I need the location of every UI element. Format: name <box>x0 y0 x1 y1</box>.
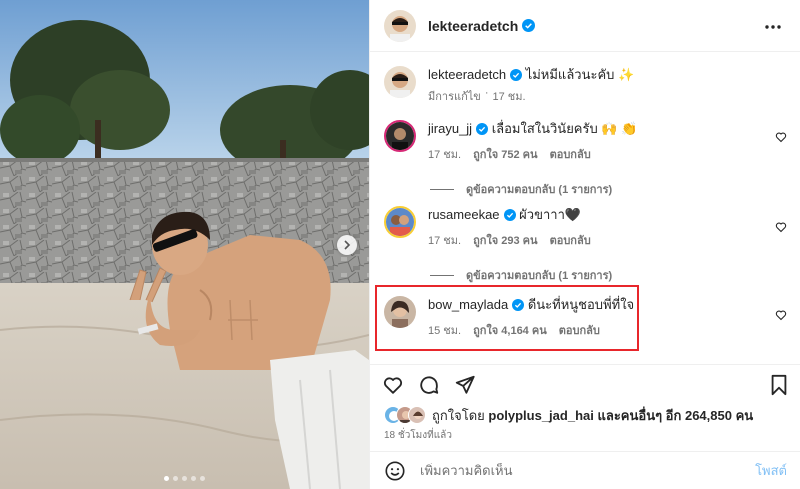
caption-time: 17 ชม. <box>492 91 526 103</box>
post-caption: lekteeradetch ไม่หมีแล้วนะคับ ✨ มีการแก้… <box>384 66 787 105</box>
like-comment-button[interactable] <box>775 308 787 326</box>
smiley-icon <box>385 460 405 481</box>
heart-outline-icon <box>775 310 787 321</box>
post-photo[interactable] <box>0 0 369 489</box>
commenter-avatar[interactable] <box>384 206 416 238</box>
post-header: lekteeradetch <box>370 0 800 52</box>
verified-badge-icon <box>510 69 523 81</box>
comment-composer: โพสต์ <box>370 451 800 489</box>
chevron-right-icon <box>344 240 351 250</box>
comment-username[interactable]: jirayu_jj <box>428 121 472 136</box>
comment-likes-link[interactable]: ถูกใจ 293 คน <box>473 231 537 249</box>
carousel-indicators <box>0 476 369 481</box>
carousel-dot <box>173 476 178 481</box>
carousel-next-button[interactable] <box>337 235 357 255</box>
comment-username[interactable]: rusameekae <box>428 207 500 222</box>
caption-text: ไม่หมีแล้วนะคับ ✨ <box>525 67 635 82</box>
reply-divider-line <box>430 188 454 190</box>
liked-by-username[interactable]: polyplus_jad_hai <box>488 408 593 423</box>
carousel-dot <box>182 476 187 481</box>
save-button[interactable] <box>769 374 789 396</box>
add-comment-input[interactable] <box>420 463 756 478</box>
share-button[interactable] <box>454 374 476 396</box>
beach-photo <box>0 0 369 489</box>
posted-time: 18 ชั่วโมงที่แล้ว <box>384 430 452 441</box>
post-side-panel: lekteeradetch lekteeradetch ไม่หมีแล้วนะ… <box>369 0 800 489</box>
bookmark-icon <box>771 374 787 396</box>
comment-button[interactable] <box>418 374 440 396</box>
heart-icon <box>383 377 403 394</box>
post-comment-button[interactable]: โพสต์ <box>755 460 787 481</box>
paper-plane-icon <box>455 375 475 394</box>
heart-outline-icon <box>775 222 787 233</box>
carousel-dot <box>200 476 205 481</box>
comment-item: bow_maylada ดีนะที่หนูชอบพี่ที่ใจ 15 ชม.… <box>384 296 787 339</box>
comment-username[interactable]: bow_maylada <box>428 297 508 312</box>
emoji-button[interactable] <box>384 460 406 482</box>
more-options-button[interactable] <box>760 13 786 39</box>
commenter-avatar[interactable] <box>384 296 416 328</box>
carousel-dot <box>191 476 196 481</box>
comment-likes-link[interactable]: ถูกใจ 752 คน <box>473 145 537 163</box>
comments-list: lekteeradetch ไม่หมีแล้วนะคับ ✨ มีการแก้… <box>370 52 800 364</box>
comment-item: rusameekae ผัวขาาา🖤 17 ชม. ถูกใจ 293 คน … <box>384 206 787 249</box>
comment-time: 17 ชม. <box>428 149 462 161</box>
author-avatar[interactable] <box>384 66 416 98</box>
reply-button[interactable]: ตอบกลับ <box>559 321 600 339</box>
likes-summary: ถูกใจโดย polyplus_jad_hai และคนอื่นๆ อีก… <box>370 405 800 425</box>
comment-item: jirayu_jj เลื่อมใสในวินัยครับ 🙌 👏 17 ชม.… <box>384 120 787 163</box>
likes-count-link[interactable]: และคนอื่นๆ อีก 264,850 คน <box>597 405 753 426</box>
view-replies-label: ดูข้อความตอบกลับ (1 รายการ) <box>466 184 613 196</box>
verified-badge-icon <box>512 299 525 311</box>
view-replies-button[interactable]: ดูข้อความตอบกลับ (1 รายการ) <box>430 180 612 198</box>
comment-time: 15 ชม. <box>428 325 462 337</box>
reply-button[interactable]: ตอบกลับ <box>550 145 591 163</box>
verified-badge-icon <box>476 123 489 135</box>
heart-outline-icon <box>775 132 787 143</box>
author-username[interactable]: lekteeradetch <box>428 18 518 34</box>
author-avatar[interactable] <box>384 9 416 42</box>
verified-badge-icon <box>503 209 516 221</box>
reply-button[interactable]: ตอบกลับ <box>550 231 591 249</box>
comment-text: ดีนะที่หนูชอบพี่ที่ใจ <box>527 297 635 312</box>
caption-separator: · <box>484 87 489 99</box>
view-replies-button[interactable]: ดูข้อความตอบกลับ (1 รายการ) <box>430 266 612 284</box>
like-comment-button[interactable] <box>775 220 787 238</box>
liker-avatar[interactable] <box>408 406 426 424</box>
view-replies-label: ดูข้อความตอบกลับ (1 รายการ) <box>466 270 613 282</box>
verified-badge-icon <box>522 19 536 32</box>
liker-avatars <box>384 406 426 424</box>
comment-time: 17 ชม. <box>428 235 462 247</box>
comment-text: เลื่อมใสในวินัยครับ 🙌 👏 <box>491 121 638 136</box>
caption-edited-label: มีการแก้ไข <box>428 91 481 103</box>
post-actions: ถูกใจโดย polyplus_jad_hai และคนอื่นๆ อีก… <box>370 364 800 443</box>
like-button[interactable] <box>382 374 404 396</box>
like-comment-button[interactable] <box>775 130 787 148</box>
carousel-dot <box>164 476 169 481</box>
action-icons-row <box>370 365 800 405</box>
caption-username[interactable]: lekteeradetch <box>428 67 506 82</box>
commenter-avatar[interactable] <box>384 120 416 152</box>
comment-text: ผัวขาาา🖤 <box>519 207 582 222</box>
more-horizontal-icon <box>765 24 781 29</box>
comment-bubble-icon <box>420 376 439 394</box>
likes-prefix: ถูกใจโดย <box>432 407 485 423</box>
comment-likes-link[interactable]: ถูกใจ 4,164 คน <box>473 321 547 339</box>
reply-divider-line <box>430 274 454 276</box>
